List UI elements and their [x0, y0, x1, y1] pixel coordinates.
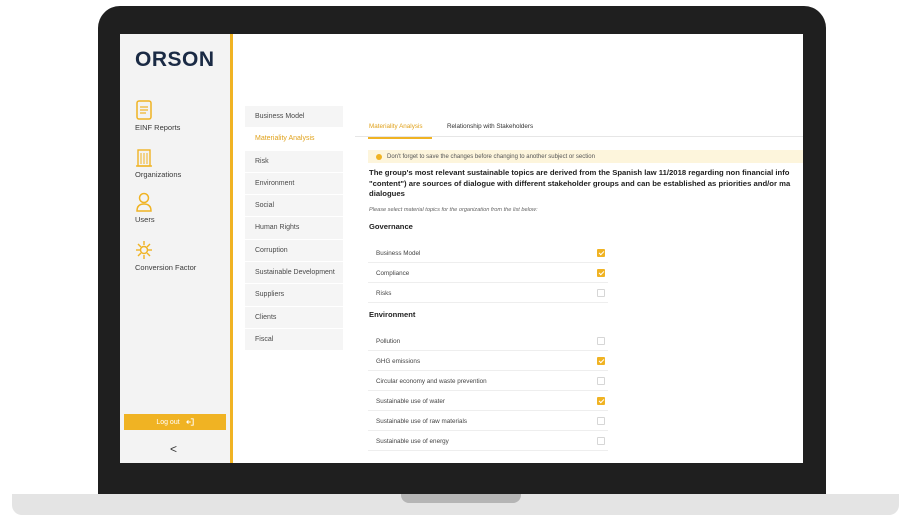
topic-row: Compliance [368, 265, 608, 283]
logout-icon [185, 418, 194, 426]
topic-label: Risks [376, 290, 392, 297]
section-title-governance: Governance [369, 222, 413, 231]
active-tab-indicator [368, 137, 432, 139]
topic-checkbox[interactable] [597, 249, 605, 257]
logout-button[interactable]: Log out [124, 414, 226, 430]
topic-row: Sustainable use of raw materials [368, 413, 608, 431]
sidebar-item-label: Organizations [135, 170, 182, 179]
subnav-item-suppliers[interactable]: Suppliers [245, 284, 343, 307]
tab-bar: Materiality Analysis Relationship with S… [355, 118, 803, 137]
topic-row: Risks [368, 285, 608, 303]
topic-checkbox[interactable] [597, 417, 605, 425]
subnav-item-materiality-analysis[interactable]: Materiality Analysis [245, 128, 343, 151]
notice-text: Don't forget to save the changes before … [387, 153, 595, 160]
topic-label: Circular economy and waste prevention [376, 378, 487, 385]
section-title-environment: Environment [369, 310, 416, 319]
report-icon [136, 100, 152, 120]
tab-relationship-with-stakeholders[interactable]: Relationship with Stakeholders [447, 123, 533, 130]
section-subnav: Business Model Materiality Analysis Risk… [245, 106, 343, 352]
conversion-icon [136, 241, 152, 259]
subnav-item-fiscal[interactable]: Fiscal [245, 329, 343, 352]
subnav-item-social[interactable]: Social [245, 195, 343, 218]
laptop-notch [401, 494, 521, 503]
building-icon [136, 149, 152, 167]
sidebar-item-label: Conversion Factor [135, 263, 197, 272]
sidebar: ORSON EINF Reports Organizations Users C… [120, 34, 233, 463]
app-logo: ORSON [135, 48, 215, 71]
topic-checkbox[interactable] [597, 269, 605, 277]
topic-label: Pollution [376, 338, 401, 345]
topic-row: Sustainable use of water [368, 393, 608, 411]
instruction-text: Please select material topics for the or… [369, 207, 538, 213]
topic-checkbox[interactable] [597, 437, 605, 445]
topic-label: Sustainable use of raw materials [376, 418, 468, 425]
intro-text: The group's most relevant sustainable to… [369, 168, 803, 200]
collapse-sidebar-icon[interactable]: < [170, 442, 177, 456]
subnav-item-human-rights[interactable]: Human Rights [245, 217, 343, 240]
subnav-item-risk[interactable]: Risk [245, 151, 343, 173]
warning-icon [376, 153, 382, 160]
tab-materiality-analysis[interactable]: Materiality Analysis [369, 123, 423, 130]
subnav-item-sustainable-development[interactable]: Sustainable Development [245, 262, 343, 285]
intro-line: dialogues [369, 189, 405, 198]
sidebar-item-conversion-factor[interactable]: Conversion Factor [135, 240, 225, 272]
subnav-item-business-model[interactable]: Business Model [245, 106, 343, 129]
subnav-item-corruption[interactable]: Corruption [245, 240, 343, 263]
topic-row: Circular economy and waste prevention [368, 373, 608, 391]
topic-label: Sustainable use of water [376, 398, 445, 405]
user-icon [136, 192, 152, 212]
topic-row: Business Model [368, 245, 608, 263]
topic-label: Compliance [376, 270, 410, 277]
topic-checkbox[interactable] [597, 337, 605, 345]
topic-row: Sustainable use of energy [368, 433, 608, 451]
logout-label: Log out [156, 418, 180, 426]
topic-label: Business Model [376, 250, 421, 257]
topic-checkbox[interactable] [597, 357, 605, 365]
subnav-item-clients[interactable]: Clients [245, 307, 343, 329]
topic-label: Sustainable use of energy [376, 438, 449, 445]
sidebar-item-label: Users [135, 215, 155, 224]
app-screen: ORSON EINF Reports Organizations Users C… [120, 34, 803, 463]
topic-checkbox[interactable] [597, 397, 605, 405]
main-content: Materiality Analysis Relationship with S… [355, 118, 803, 451]
subnav-item-environment[interactable]: Environment [245, 173, 343, 196]
intro-line: "content") are sources of dialogue with … [369, 178, 791, 188]
sidebar-item-users[interactable]: Users [135, 192, 225, 224]
topic-checkbox[interactable] [597, 377, 605, 385]
sidebar-item-organizations[interactable]: Organizations [135, 147, 225, 179]
topic-label: GHG emissions [376, 358, 421, 365]
sidebar-item-einf-reports[interactable]: EINF Reports [135, 100, 225, 132]
save-notice-banner: Don't forget to save the changes before … [368, 150, 803, 163]
topic-checkbox[interactable] [597, 289, 605, 297]
intro-line: The group's most relevant sustainable to… [369, 168, 790, 177]
sidebar-item-label: EINF Reports [135, 123, 181, 132]
topic-row: GHG emissions [368, 353, 608, 371]
topic-row: Pollution [368, 333, 608, 351]
